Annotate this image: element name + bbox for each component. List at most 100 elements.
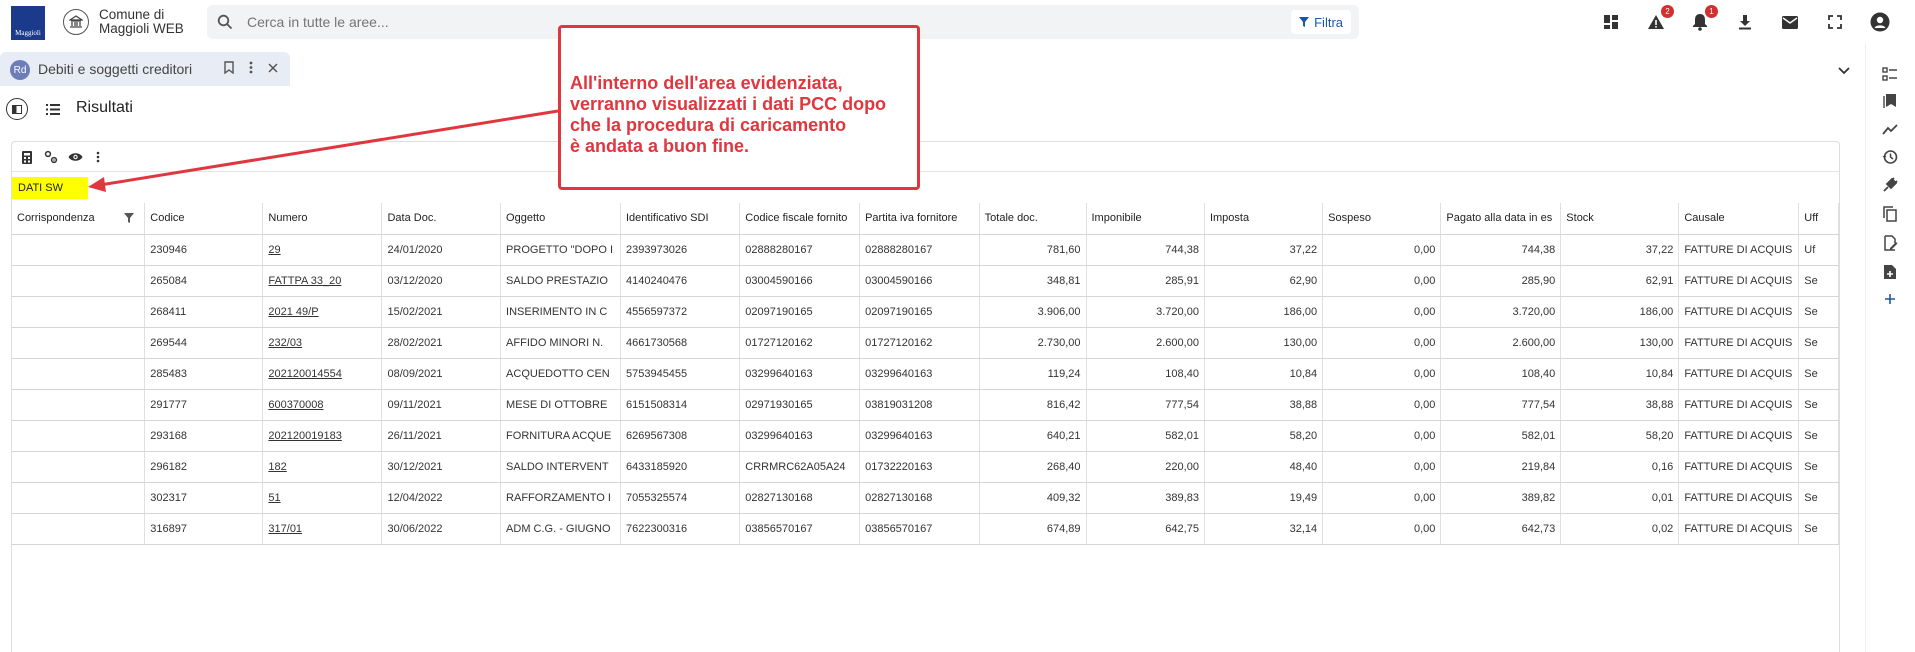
col-header-pagato[interactable]: Pagato alla data in es bbox=[1440, 203, 1562, 235]
table-cell: 28/02/2021 bbox=[381, 327, 502, 359]
document-number-link[interactable]: 317/01 bbox=[268, 523, 302, 535]
document-number-link[interactable]: 51 bbox=[268, 492, 280, 504]
table-cell: 777,54 bbox=[1440, 389, 1562, 421]
toggle-panel-icon[interactable] bbox=[6, 98, 28, 120]
table-row[interactable]: 265084 FATTPA 33_20 03/12/2020 SALDO PRESTA… bbox=[12, 265, 1839, 297]
copy-icon[interactable] bbox=[1880, 204, 1900, 224]
table-cell: 12/04/2022 bbox=[381, 482, 502, 514]
grid-menu-icon[interactable] bbox=[90, 149, 106, 165]
results-grid: DATI SW Corrispondenza Codice Numero Dat… bbox=[11, 141, 1840, 652]
filter-button[interactable]: Filtra bbox=[1291, 10, 1351, 34]
table-row[interactable]: 285483 202120014554 08/09/2021 ACQUEDOTTO C… bbox=[12, 358, 1839, 390]
edit-document-icon[interactable] bbox=[1880, 233, 1900, 253]
fullscreen-icon[interactable] bbox=[1825, 12, 1845, 32]
table-cell: 2.600,00 bbox=[1440, 327, 1562, 359]
table-cell[interactable]: 29 bbox=[262, 234, 383, 266]
col-header-codice[interactable]: Codice bbox=[144, 203, 264, 235]
home-icon[interactable] bbox=[63, 9, 89, 35]
tab-debiti[interactable]: Rd Debiti e soggetti creditori bbox=[0, 52, 290, 86]
bookmarks-icon[interactable] bbox=[1880, 91, 1900, 111]
table-cell[interactable]: 317/01 bbox=[262, 513, 383, 545]
close-icon[interactable] bbox=[268, 61, 278, 76]
list-settings-icon[interactable] bbox=[1880, 65, 1900, 85]
document-number-link[interactable]: 29 bbox=[268, 244, 280, 256]
table-cell: 03856570167 bbox=[739, 513, 861, 545]
table-cell[interactable]: 2021 49/P bbox=[262, 296, 383, 328]
table-row[interactable]: 296182 182 30/12/2021 SALDO INTERVENT 643318… bbox=[12, 451, 1839, 483]
table-cell: 816,42 bbox=[979, 389, 1087, 421]
col-header-uff[interactable]: Uff bbox=[1798, 203, 1839, 235]
filter-icon[interactable] bbox=[124, 213, 135, 226]
table-cell: 186,00 bbox=[1560, 296, 1680, 328]
table-cell: FATTURE DI ACQUIS bbox=[1678, 234, 1800, 266]
col-header-stock[interactable]: Stock bbox=[1560, 203, 1680, 235]
table-cell: PROGETTO "DOPO I bbox=[500, 234, 621, 266]
table-row[interactable]: 291777 600370008 09/11/2021 MESE DI OTTOBRE… bbox=[12, 389, 1839, 421]
tab-menu-icon[interactable] bbox=[249, 61, 253, 77]
table-cell bbox=[12, 265, 146, 297]
download-icon[interactable] bbox=[1735, 12, 1755, 32]
app-logo[interactable]: Maggioli bbox=[11, 6, 45, 40]
table-cell: 58,20 bbox=[1204, 420, 1324, 452]
history-icon[interactable] bbox=[1880, 147, 1900, 167]
table-cell: SALDO PRESTAZIO bbox=[500, 265, 621, 297]
table-cell bbox=[12, 296, 146, 328]
table-row[interactable]: 268411 2021 49/P 15/02/2021 INSERIMENTO IN … bbox=[12, 296, 1839, 328]
table-row[interactable]: 302317 51 12/04/2022 RAFFORZAMENTO I 7055325… bbox=[12, 482, 1839, 514]
table-cell[interactable]: 202120019183 bbox=[262, 420, 383, 452]
document-number-link[interactable]: 600370008 bbox=[268, 399, 323, 411]
table-cell[interactable]: 202120014554 bbox=[262, 358, 383, 390]
trend-icon[interactable] bbox=[1880, 119, 1900, 139]
document-number-link[interactable]: 202120014554 bbox=[268, 368, 341, 380]
col-header-identificativo-sdi[interactable]: Identificativo SDI bbox=[620, 203, 741, 235]
col-header-sospeso[interactable]: Sospeso bbox=[1322, 203, 1442, 235]
settings-icon[interactable] bbox=[43, 149, 59, 165]
col-header-data-doc[interactable]: Data Doc. bbox=[381, 203, 502, 235]
table-cell: FATTURE DI ACQUIS bbox=[1678, 358, 1800, 390]
col-header-numero[interactable]: Numero bbox=[262, 203, 383, 235]
table-cell: 744,38 bbox=[1086, 234, 1205, 266]
table-cell[interactable]: 232/03 bbox=[262, 327, 383, 359]
col-header-corrispondenza[interactable]: Corrispondenza bbox=[12, 203, 146, 235]
table-row[interactable]: 293168 202120019183 26/11/2021 FORNITURA AC… bbox=[12, 420, 1839, 452]
document-number-link[interactable]: 2021 49/P bbox=[268, 306, 318, 318]
plug-icon[interactable] bbox=[1880, 175, 1900, 195]
table-cell: 268411 bbox=[144, 296, 264, 328]
user-icon[interactable] bbox=[1869, 11, 1891, 33]
document-number-link[interactable]: 202120019183 bbox=[268, 430, 341, 442]
mail-icon[interactable] bbox=[1780, 12, 1800, 32]
chevron-down-icon[interactable] bbox=[1838, 62, 1850, 80]
table-cell: 389,83 bbox=[1086, 482, 1205, 514]
document-number-link[interactable]: FATTPA 33_20 bbox=[268, 275, 341, 287]
add-document-icon[interactable] bbox=[1880, 262, 1900, 282]
bookmark-icon[interactable] bbox=[224, 61, 234, 77]
table-cell[interactable]: 600370008 bbox=[262, 389, 383, 421]
table-cell[interactable]: FATTPA 33_20 bbox=[262, 265, 383, 297]
col-header-totale-doc[interactable]: Totale doc. bbox=[979, 203, 1087, 235]
dashboard-icon[interactable] bbox=[1601, 12, 1621, 32]
col-header-imponibile[interactable]: Imponibile bbox=[1086, 203, 1205, 235]
calculator-icon[interactable] bbox=[19, 149, 35, 165]
table-cell: 777,54 bbox=[1086, 389, 1205, 421]
table-cell: 03819031208 bbox=[859, 389, 980, 421]
table-row[interactable]: 269544 232/03 28/02/2021 AFFIDO MINORI N. 46… bbox=[12, 327, 1839, 359]
col-header-oggetto[interactable]: Oggetto bbox=[500, 203, 621, 235]
table-cell[interactable]: 182 bbox=[262, 451, 383, 483]
col-header-partita-iva[interactable]: Partita iva fornitore bbox=[859, 203, 980, 235]
table-cell: 0,00 bbox=[1322, 513, 1442, 545]
table-row[interactable]: 230946 29 24/01/2020 PROGETTO "DOPO I 239397… bbox=[12, 234, 1839, 266]
table-cell bbox=[12, 420, 146, 452]
table-cell[interactable]: 51 bbox=[262, 482, 383, 514]
document-number-link[interactable]: 182 bbox=[268, 461, 286, 473]
table-cell: 02097190165 bbox=[859, 296, 980, 328]
table-row[interactable]: 316897 317/01 30/06/2022 ADM C.G. - GIUGNO 7… bbox=[12, 513, 1839, 545]
bell-icon[interactable]: 1 bbox=[1690, 5, 1718, 32]
eye-icon[interactable] bbox=[67, 149, 83, 165]
warning-icon[interactable]: 2 bbox=[1646, 5, 1674, 32]
col-header-causale[interactable]: Causale bbox=[1678, 203, 1800, 235]
document-number-link[interactable]: 232/03 bbox=[268, 337, 302, 349]
table-cell: Se bbox=[1798, 451, 1839, 483]
add-icon[interactable] bbox=[1880, 289, 1900, 309]
col-header-imposta[interactable]: Imposta bbox=[1204, 203, 1324, 235]
col-header-codice-fiscale[interactable]: Codice fiscale fornito bbox=[739, 203, 861, 235]
